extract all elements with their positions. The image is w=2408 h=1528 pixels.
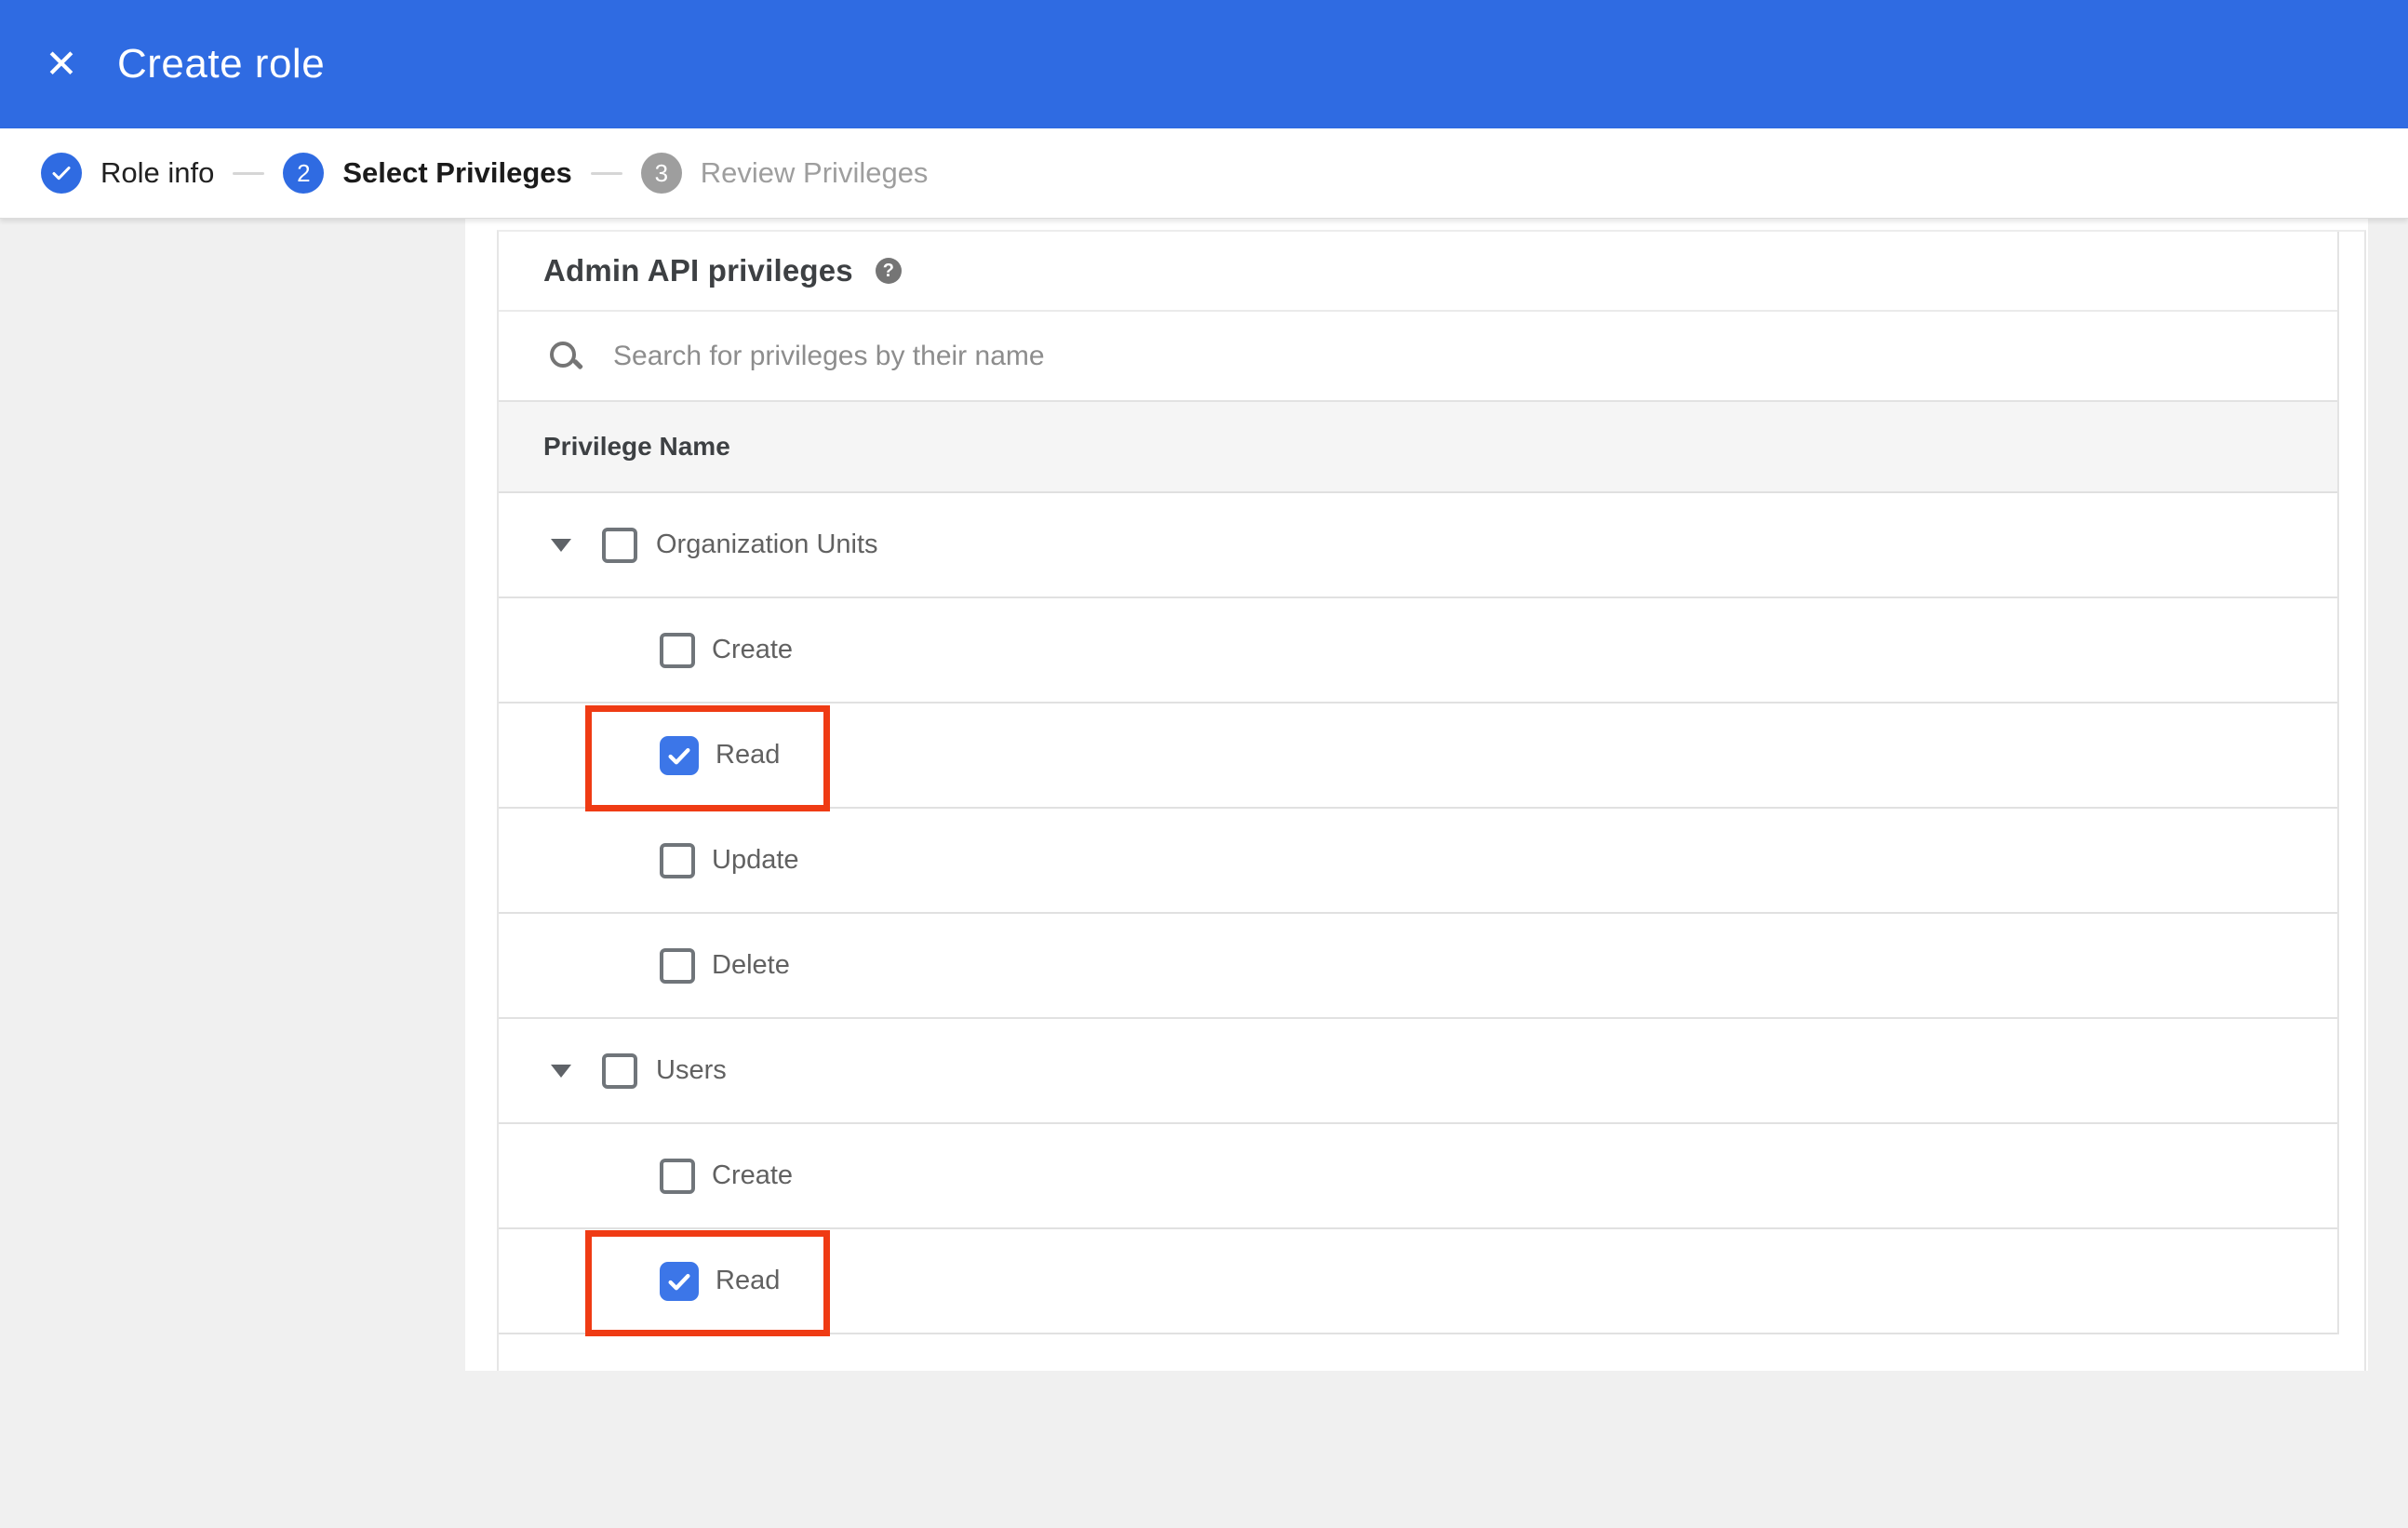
privileges-panel: Admin API privileges ? Privilege Name Or… <box>497 230 2366 1371</box>
help-icon[interactable]: ? <box>875 258 902 284</box>
privilege-label: Delete <box>712 950 790 980</box>
privilege-label: Read <box>716 740 781 770</box>
step-role-info[interactable]: Role info <box>41 153 214 194</box>
privilege-row-read: Read <box>499 704 2337 809</box>
privilege-search-row <box>499 312 2337 402</box>
privilege-label: Read <box>716 1266 781 1295</box>
step-connector <box>233 171 265 175</box>
step-connector <box>590 171 622 175</box>
privilege-row-read: Read <box>499 1229 2337 1334</box>
privilege-search-input[interactable] <box>611 339 2337 373</box>
left-gutter <box>0 219 465 1528</box>
dialog-header: ✕ Create role <box>0 0 2408 128</box>
table-header-row: Privilege Name <box>499 402 2337 493</box>
checkbox-unchecked[interactable] <box>602 1052 637 1089</box>
privilege-label: Create <box>712 635 794 664</box>
collapse-triangle-icon[interactable] <box>551 1064 571 1078</box>
step-1-completed-check-icon <box>41 153 82 194</box>
privilege-row-update: Update <box>499 809 2337 914</box>
close-icon[interactable]: ✕ <box>41 0 82 128</box>
step-1-label: Role info <box>100 156 215 189</box>
section-header: Admin API privileges ? <box>499 232 2337 312</box>
step-3-label: Review Privileges <box>700 156 929 189</box>
checkbox-unchecked[interactable] <box>660 842 695 878</box>
create-role-dialog: ✕ Create role Role info 2 Select Privile… <box>0 0 2408 1528</box>
privilege-row-create: Create <box>499 1124 2337 1229</box>
step-2-label: Select Privileges <box>342 156 572 189</box>
privilege-label: Users <box>656 1055 727 1085</box>
step-2-number: 2 <box>283 153 325 194</box>
section-title: Admin API privileges <box>543 253 853 288</box>
privilege-row-create: Create <box>499 598 2337 704</box>
stepper: Role info 2 Select Privileges 3 Review P… <box>0 128 2408 219</box>
checkbox-unchecked[interactable] <box>660 632 695 668</box>
collapse-triangle-icon[interactable] <box>551 538 571 552</box>
right-gutter <box>2368 219 2408 1528</box>
dialog-footer: BACK CANCEL CONTINUE <box>0 1371 2408 1528</box>
step-review-privileges[interactable]: 3 Review Privileges <box>640 153 929 194</box>
privilege-name-column-header: Privilege Name <box>543 432 730 461</box>
privilege-label: Create <box>712 1160 794 1190</box>
privilege-label: Organization Units <box>656 529 878 559</box>
step-3-number: 3 <box>640 153 682 194</box>
privilege-label: Update <box>712 845 799 875</box>
checkbox-unchecked[interactable] <box>602 527 637 563</box>
checkbox-checked[interactable] <box>660 1261 699 1301</box>
privilege-row-organization-units: Organization Units <box>499 493 2337 598</box>
dialog-title: Create role <box>117 41 326 87</box>
search-icon <box>548 340 582 373</box>
checkbox-unchecked[interactable] <box>660 1158 695 1194</box>
checkbox-unchecked[interactable] <box>660 947 695 984</box>
privileges-table-body: Organization Units Create Read Update Delete… <box>499 493 2337 1334</box>
privilege-row-users: Users <box>499 1019 2337 1124</box>
checkbox-checked[interactable] <box>660 735 699 775</box>
privilege-row-delete: Delete <box>499 914 2337 1019</box>
privileges-table: Admin API privileges ? Privilege Name Or… <box>499 232 2339 1334</box>
step-select-privileges[interactable]: 2 Select Privileges <box>283 153 572 194</box>
